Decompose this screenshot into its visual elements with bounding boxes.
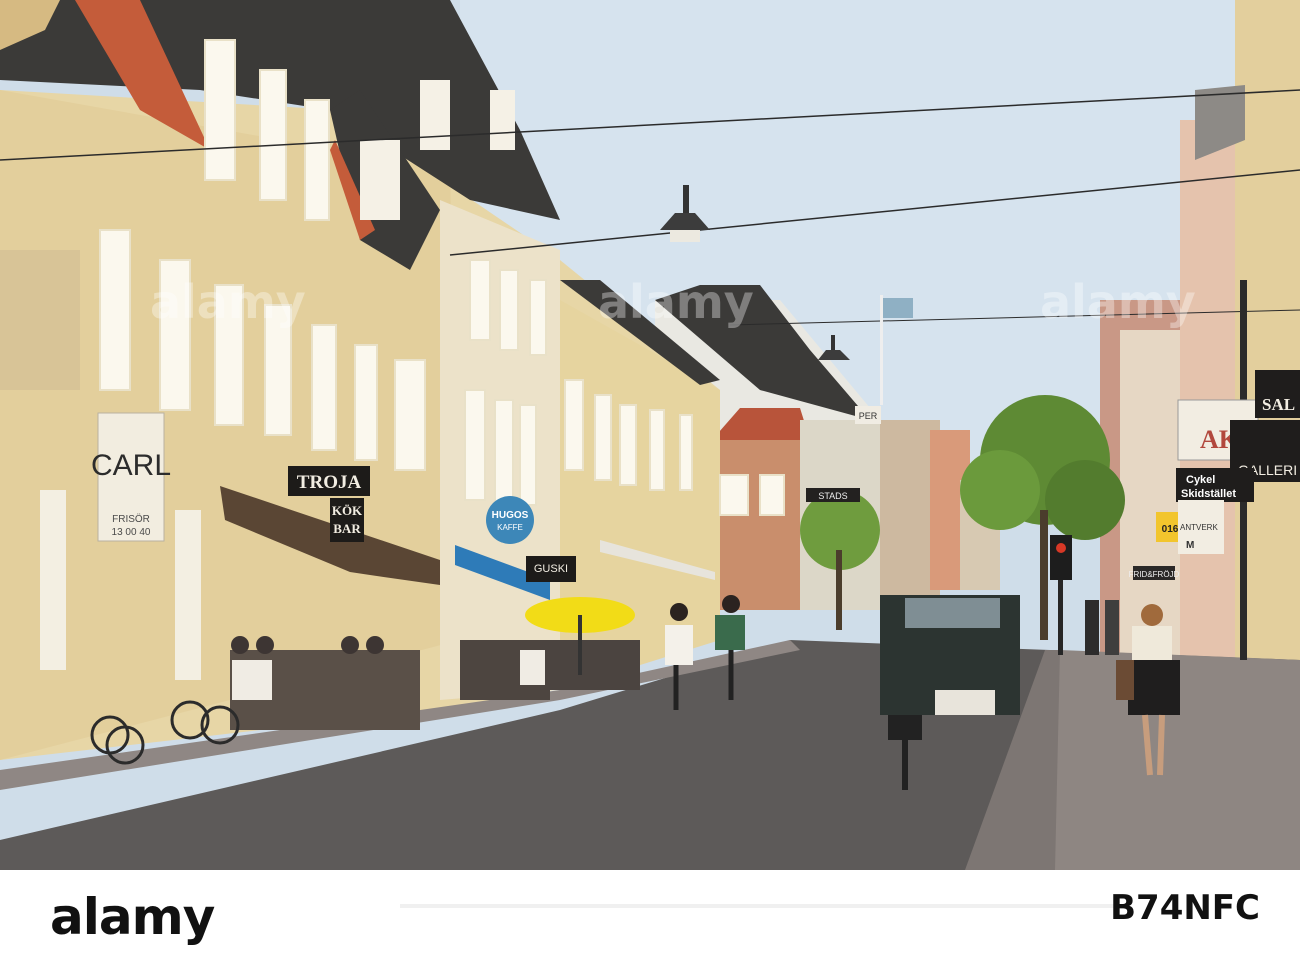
sign-num-text: 016 <box>1162 524 1179 535</box>
sign-m-text: M <box>1186 540 1194 551</box>
sign-sal-text: SAL <box>1262 395 1295 414</box>
sign-hugos-sub: KAFFE <box>497 523 523 532</box>
barcode-strip <box>400 904 1120 908</box>
sign-hugos-text: HUGOS <box>492 510 529 521</box>
sign-troja-text: TROJA <box>297 472 362 493</box>
sign-per-text: PER <box>859 411 878 421</box>
watermark-right: alamy <box>1040 275 1196 329</box>
sign-bar-text: BAR <box>333 521 361 536</box>
red-brick-building <box>712 440 807 610</box>
street-scene: CARL FRISÖR 13 00 40 TROJA KÖK BAR HUGOS… <box>0 0 1300 870</box>
street-photo: CARL FRISÖR 13 00 40 TROJA KÖK BAR HUGOS… <box>0 0 1300 870</box>
sign-kok-text: KÖK <box>332 503 363 518</box>
sign-carl-text: CARL <box>91 449 171 482</box>
sign-carl-sub2: 13 00 40 <box>112 527 151 538</box>
sign-frid-text: FRID&FRÖJD <box>1129 570 1180 579</box>
footer-bar: alamy B74NFC <box>0 870 1300 960</box>
sign-guski-text: GUSKI <box>534 563 568 575</box>
sign-cykel-text: Cykel <box>1186 474 1215 486</box>
image-id: B74NFC <box>1110 888 1260 928</box>
watermark-center: alamy <box>598 275 754 329</box>
sign-stads-text: STADS <box>818 491 847 501</box>
alamy-logo: alamy <box>50 888 215 946</box>
watermark-left: alamy <box>150 275 306 329</box>
sign-cykel-sub: Skidstället <box>1181 488 1236 500</box>
sign-antverk-text: ANTVERK <box>1180 523 1218 532</box>
sign-carl-sub1: FRISÖR <box>112 513 150 525</box>
